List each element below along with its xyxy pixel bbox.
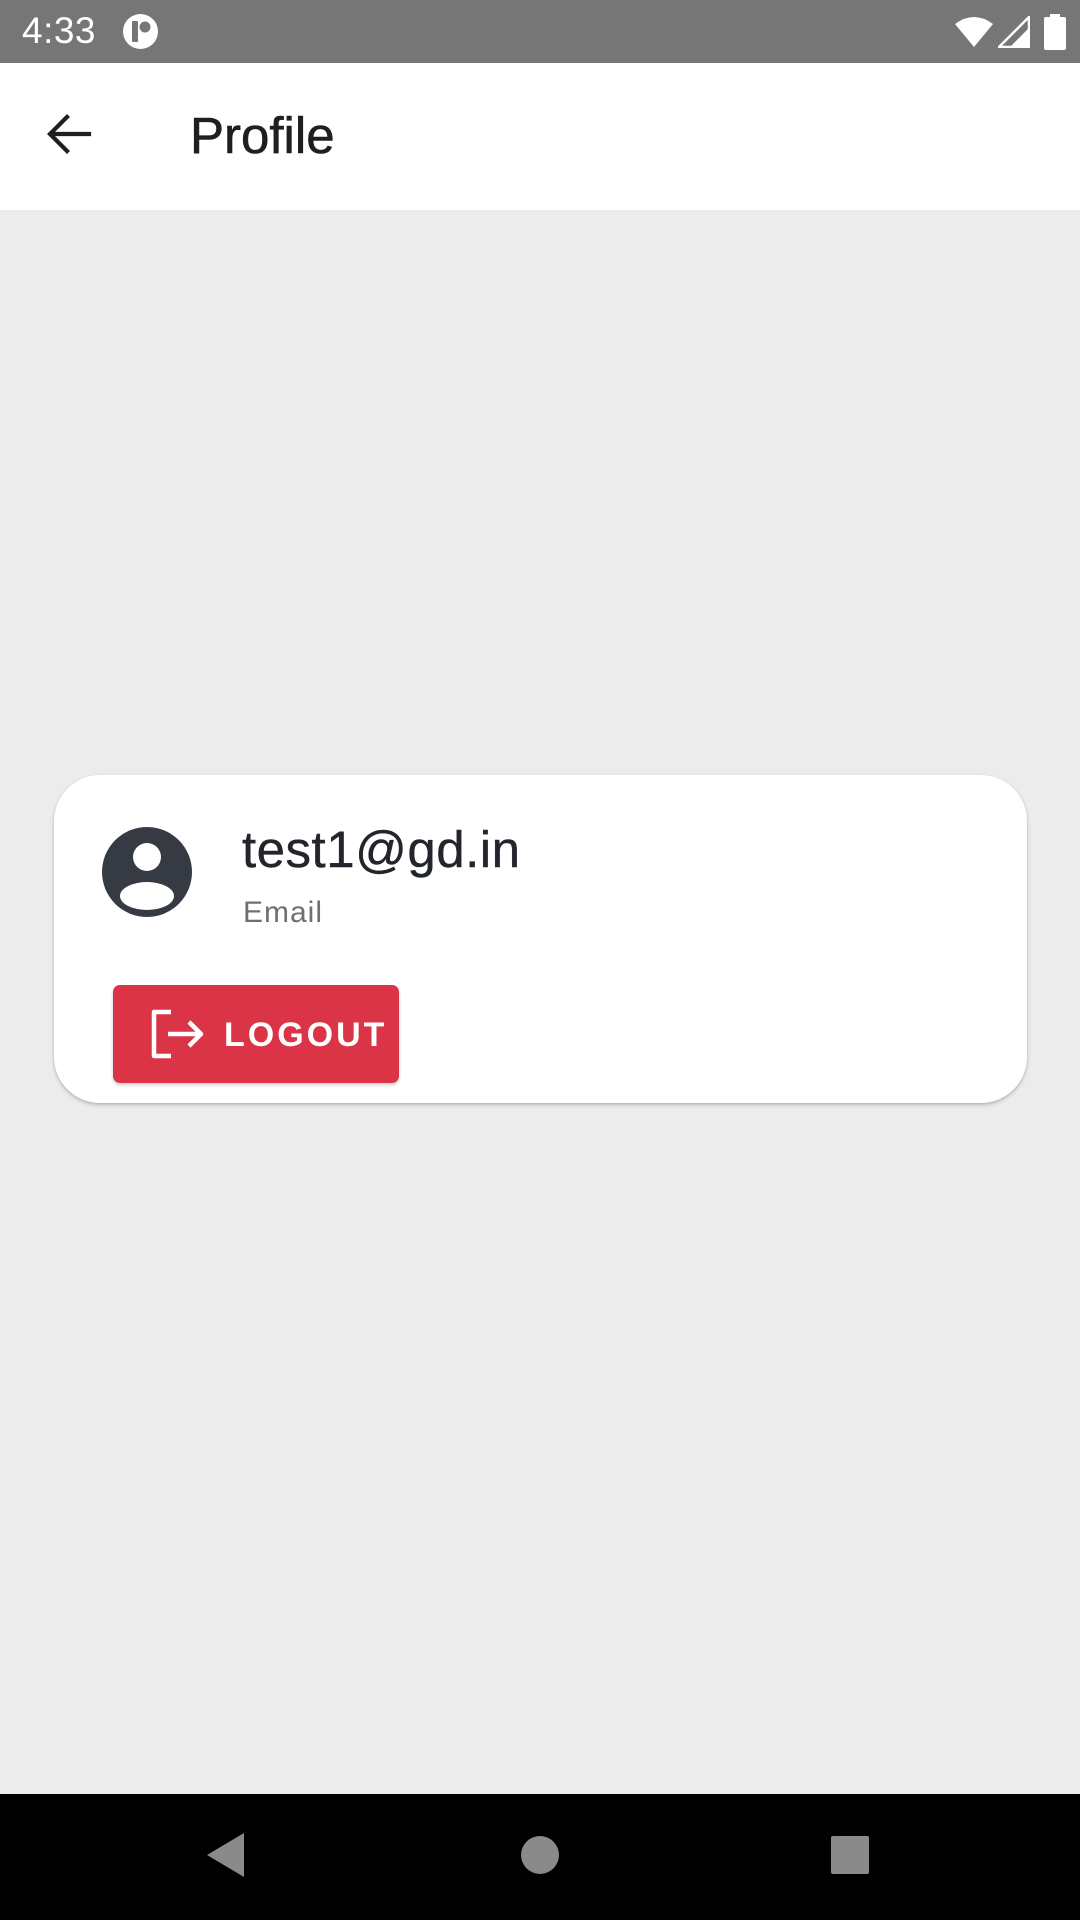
arrow-back-icon bbox=[45, 110, 93, 163]
nav-recents-icon bbox=[829, 1834, 871, 1881]
app-bar: Profile bbox=[0, 63, 1080, 210]
email-value: test1@gd.in bbox=[242, 821, 521, 878]
back-button[interactable] bbox=[24, 91, 114, 181]
nav-back-icon bbox=[204, 1831, 248, 1884]
status-bar: 4:33 bbox=[0, 0, 1080, 63]
navigation-bar bbox=[0, 1794, 1080, 1920]
status-icons bbox=[954, 12, 1066, 52]
battery-icon bbox=[1044, 14, 1066, 50]
nav-home-icon bbox=[519, 1834, 561, 1881]
nav-back-button[interactable] bbox=[194, 1825, 258, 1889]
email-label: Email bbox=[243, 896, 324, 929]
logout-icon bbox=[149, 1009, 205, 1059]
status-time: 4:33 bbox=[22, 10, 97, 51]
notification-app-icon bbox=[122, 13, 159, 50]
nav-recents-button[interactable] bbox=[818, 1825, 882, 1889]
logout-label: LOGOUT bbox=[224, 1016, 388, 1054]
nav-home-button[interactable] bbox=[508, 1825, 572, 1889]
page-title: Profile bbox=[190, 107, 335, 165]
signal-icon bbox=[998, 16, 1030, 48]
profile-card: test1@gd.in Email LOGOUT bbox=[54, 775, 1027, 1103]
account-circle-icon bbox=[102, 827, 192, 917]
logout-button[interactable]: LOGOUT bbox=[113, 985, 399, 1083]
wifi-icon bbox=[954, 16, 994, 48]
